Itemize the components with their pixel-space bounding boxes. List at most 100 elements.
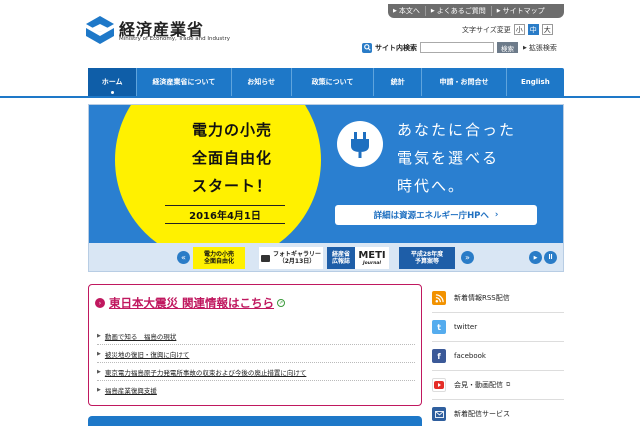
rss-icon [432,291,446,305]
hero-date: 2016年4月1日 [165,205,285,224]
site-search: サイト内検索 検索 ▶ 拡張検索 [362,42,557,53]
carousel-item-line: METI [358,250,386,261]
carousel-item-line: 全面自由化 [203,258,234,265]
carousel-item-line: Journal [363,261,381,266]
hero-right-line: 時代へ。 [397,177,466,195]
carousel-item-line: （2月13日） [278,258,316,265]
social-links: 新着情報RSS配信 t twitter f facebook 会見・動画配信 ⧉… [432,284,564,426]
earthquake-title-link[interactable]: › 東日本大震災 関連情報はこちら ⇗ [95,295,286,311]
facebook-link[interactable]: f facebook [432,342,564,371]
mail-service-label: 新着配信サービス [454,410,510,418]
triangle-icon: ▶ [97,387,101,393]
external-link-icon: ⇗ [277,299,286,307]
hero-left-line: 電力の小売 [191,121,272,139]
advanced-search-link[interactable]: ▶ 拡張検索 [523,43,557,53]
power-plug-icon [337,121,383,167]
global-nav: ホーム 経済産業省について お知らせ 政策について 統計 申請・お問合せ Eng… [88,68,564,96]
nav-item-about[interactable]: 経済産業省について [136,68,230,96]
carousel-play-button[interactable]: ▶ [529,251,542,264]
list-item[interactable]: ▶ 東京電力福島原子力発電所事故の収束および今後の廃止措置に向けて [97,363,415,381]
hero-link-label: 詳細は資源エネルギー庁HPへ [373,211,489,221]
triangle-icon: ▶ [393,8,397,14]
camera-icon [260,254,270,262]
chevron-right-icon: › [95,298,105,308]
list-item-label: 被災地の復旧・復興に向けて [104,350,190,359]
facebook-link-label: facebook [454,352,486,360]
list-item[interactable]: ▶ 福島産業復興支援 [97,381,415,399]
nav-item-statistics[interactable]: 統計 [373,68,421,96]
search-input[interactable] [420,42,494,53]
video-link[interactable]: 会見・動画配信 ⧉ [432,371,564,400]
banner-carousel: « 電力の小売 全面自由化 フォトギャラリー （2月13日） 経産省 広報誌 METI… [89,243,563,271]
hero-detail-link[interactable]: 詳細は資源エネルギー庁HPへ › [335,205,537,225]
external-link-icon: ⧉ [506,381,511,388]
next-section-header [88,416,422,426]
util-link-faq[interactable]: ▶ よくあるご質問 [424,6,491,16]
hero-slide: 電力の小売 全面自由化 スタート！ 2016年4月1日 あなたに合った 電気を選… [89,105,563,243]
video-link-label: 会見・動画配信 [454,381,503,389]
twitter-link-label: twitter [454,323,478,331]
util-link-label: よくあるご質問 [436,7,486,15]
nav-underline [0,96,640,98]
hero-left-line: スタート！ [191,177,272,195]
hero-banner[interactable]: 電力の小売 全面自由化 スタート！ 2016年4月1日 あなたに合った 電気を選… [88,104,564,272]
triangle-icon: ▶ [496,8,501,14]
carousel-item-line: 電力の小売 [203,251,234,258]
site-logo[interactable]: 経済産業省 Ministry of Economy, Trade and Ind… [86,14,230,48]
util-link-label: 本文へ [398,7,420,15]
advanced-search-label: 拡張検索 [528,43,557,52]
nav-item-policy[interactable]: 政策について [290,68,373,96]
font-size-label: 文字サイズ変更 [462,25,511,34]
nav-item-english[interactable]: English [505,68,564,96]
meti-logo-icon [86,16,114,44]
carousel-pause-button[interactable]: ll [544,251,557,264]
search-label: サイト内検索 [375,43,417,52]
util-link-skip[interactable]: ▶ 本文へ [388,6,425,16]
carousel-item-line: 経産省 [331,251,350,258]
mail-service-link[interactable]: 新着配信サービス [432,400,564,426]
carousel-item[interactable]: 経産省 広報誌 [327,247,355,269]
carousel-item[interactable]: フォトギャラリー （2月13日） [259,247,323,269]
font-size-control: 文字サイズ変更 小 中 大 [462,24,553,35]
carousel-next-button[interactable]: » [461,251,474,264]
triangle-icon: ▶ [97,368,101,375]
carousel-item-line: フォトギャラリー [272,251,321,258]
nav-item-home[interactable]: ホーム [88,68,137,96]
youtube-icon [432,378,446,392]
facebook-icon: f [432,349,446,363]
earthquake-info-box: › 東日本大震災 関連情報はこちら ⇗ ▶ 動画で知る 福島の現状 ▶ 被災地の復旧… [88,284,422,406]
font-size-medium-button[interactable]: 中 [527,24,539,35]
font-size-large-button[interactable]: 大 [541,24,553,35]
util-link-sitemap[interactable]: ▶ サイトマップ [490,6,550,16]
font-size-small-button[interactable]: 小 [513,24,525,35]
earthquake-link-list: ▶ 動画で知る 福島の現状 ▶ 被災地の復旧・復興に向けて ▶ 東京電力福島原子力発電… [97,327,415,399]
twitter-link[interactable]: t twitter [432,313,564,342]
carousel-item[interactable]: 電力の小売 全面自由化 [193,247,245,269]
play-icon: ▶ [533,254,538,261]
twitter-icon: t [432,320,446,334]
rss-link-label: 新着情報RSS配信 [454,294,510,302]
carousel-item[interactable]: 平成28年度 予算案等 [399,247,455,269]
triangle-icon: ▶ [97,350,101,357]
carousel-item[interactable]: METI Journal [355,247,389,269]
double-chevron-right-icon: » [465,253,470,262]
list-item[interactable]: ▶ 動画で知る 福島の現状 [97,327,415,345]
logo-subtitle: Ministry of Economy, Trade and Industry [119,36,230,42]
pause-icon: ll [548,254,553,261]
nav-item-news[interactable]: お知らせ [230,68,291,96]
nav-item-contact[interactable]: 申請・お問合せ [421,68,505,96]
list-item-label: 東京電力福島原子力発電所事故の収束および今後の廃止措置に向けて [104,368,307,377]
hero-right-line: あなたに合った [397,121,517,139]
mail-icon [432,407,446,421]
triangle-icon: ▶ [97,332,101,339]
list-item[interactable]: ▶ 被災地の復旧・復興に向けて [97,345,415,363]
search-button[interactable]: 検索 [497,42,518,53]
hero-right-line: 電気を選べる [397,149,500,167]
carousel-item-line: 広報誌 [331,258,350,265]
carousel-prev-button[interactable]: « [177,251,190,264]
carousel-item-line: 予算案等 [414,258,439,265]
triangle-icon: ▶ [523,44,527,51]
search-icon [362,42,372,53]
double-chevron-left-icon: « [181,253,186,262]
rss-link[interactable]: 新着情報RSS配信 [432,284,564,313]
